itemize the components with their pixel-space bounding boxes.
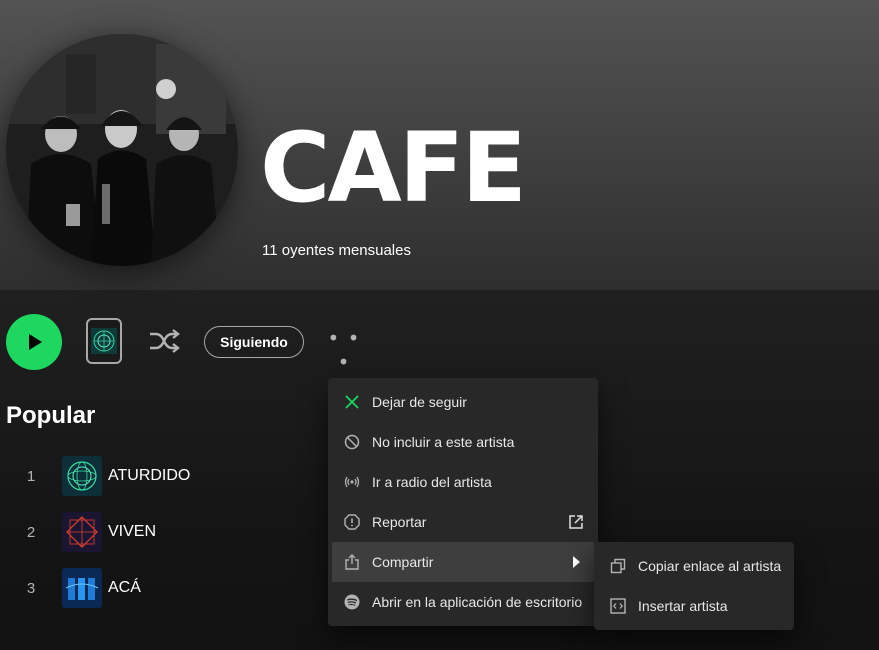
cover-art-aturdido [62,456,102,496]
cover-art-viven [62,512,102,552]
play-icon [29,334,42,350]
shuffle-icon [150,329,180,353]
block-icon [344,434,360,450]
share-icon [344,554,360,570]
track-number: 1 [26,467,36,485]
menu-item-open-desktop-app[interactable]: Abrir en la aplicación de escritorio [332,582,594,622]
context-menu: Dejar de seguir No incluir a este artist… [328,378,598,626]
preview-thumbnail-icon [91,328,117,354]
radio-icon [344,474,360,490]
track-cover [62,568,102,608]
submenu-item-label: Copiar enlace al artista [638,558,782,574]
track-title: ACÁ [108,579,141,596]
artist-preview-button[interactable] [86,318,122,364]
menu-item-label: Reportar [372,514,427,530]
menu-item-exclude-artist[interactable]: No incluir a este artista [332,422,594,462]
track-title: ATURDIDO [108,467,191,484]
x-icon [344,394,360,410]
submenu-item-copy-link[interactable]: Copiar enlace al artista [598,546,790,586]
track-cover [62,456,102,496]
menu-item-label: Dejar de seguir [372,394,467,410]
menu-item-label: No incluir a este artista [372,434,515,450]
artist-photo [6,34,238,266]
share-submenu: Copiar enlace al artista Insertar artist… [594,542,794,630]
track-row[interactable]: 3 ACÁ [0,564,320,612]
copy-icon [610,558,626,574]
embed-icon [610,598,626,614]
track-cover [62,512,102,552]
following-button[interactable]: Siguiendo [204,326,304,358]
track-row[interactable]: 1 ATURDIDO [0,452,320,500]
more-options-button[interactable]: • • • [326,326,362,374]
cover-art-aca [62,568,102,608]
shuffle-button[interactable] [146,326,182,358]
submenu-item-embed-artist[interactable]: Insertar artista [598,586,790,626]
menu-item-label: Abrir en la aplicación de escritorio [372,594,583,610]
menu-item-share[interactable]: Compartir [332,542,594,582]
popular-heading: Popular [6,402,96,429]
monthly-listeners: 11 oyentes mensuales [262,242,411,259]
menu-item-artist-radio[interactable]: Ir a radio del artista [332,462,594,502]
track-number: 3 [26,579,36,597]
play-button[interactable] [6,314,62,370]
menu-item-report[interactable]: Reportar [332,502,594,542]
track-row[interactable]: 2 VIVEN [0,508,320,556]
menu-item-label: Compartir [372,554,434,570]
track-title: VIVEN [108,523,157,540]
artist-name: CAFE [260,112,527,224]
menu-item-label: Ir a radio del artista [372,474,492,490]
track-number: 2 [26,523,36,541]
submenu-item-label: Insertar artista [638,598,728,614]
report-icon [344,514,360,530]
spotify-icon [344,594,360,610]
menu-item-unfollow[interactable]: Dejar de seguir [332,382,594,422]
external-link-icon [568,514,584,530]
artist-avatar [6,34,238,266]
chevron-right-icon [568,554,584,570]
